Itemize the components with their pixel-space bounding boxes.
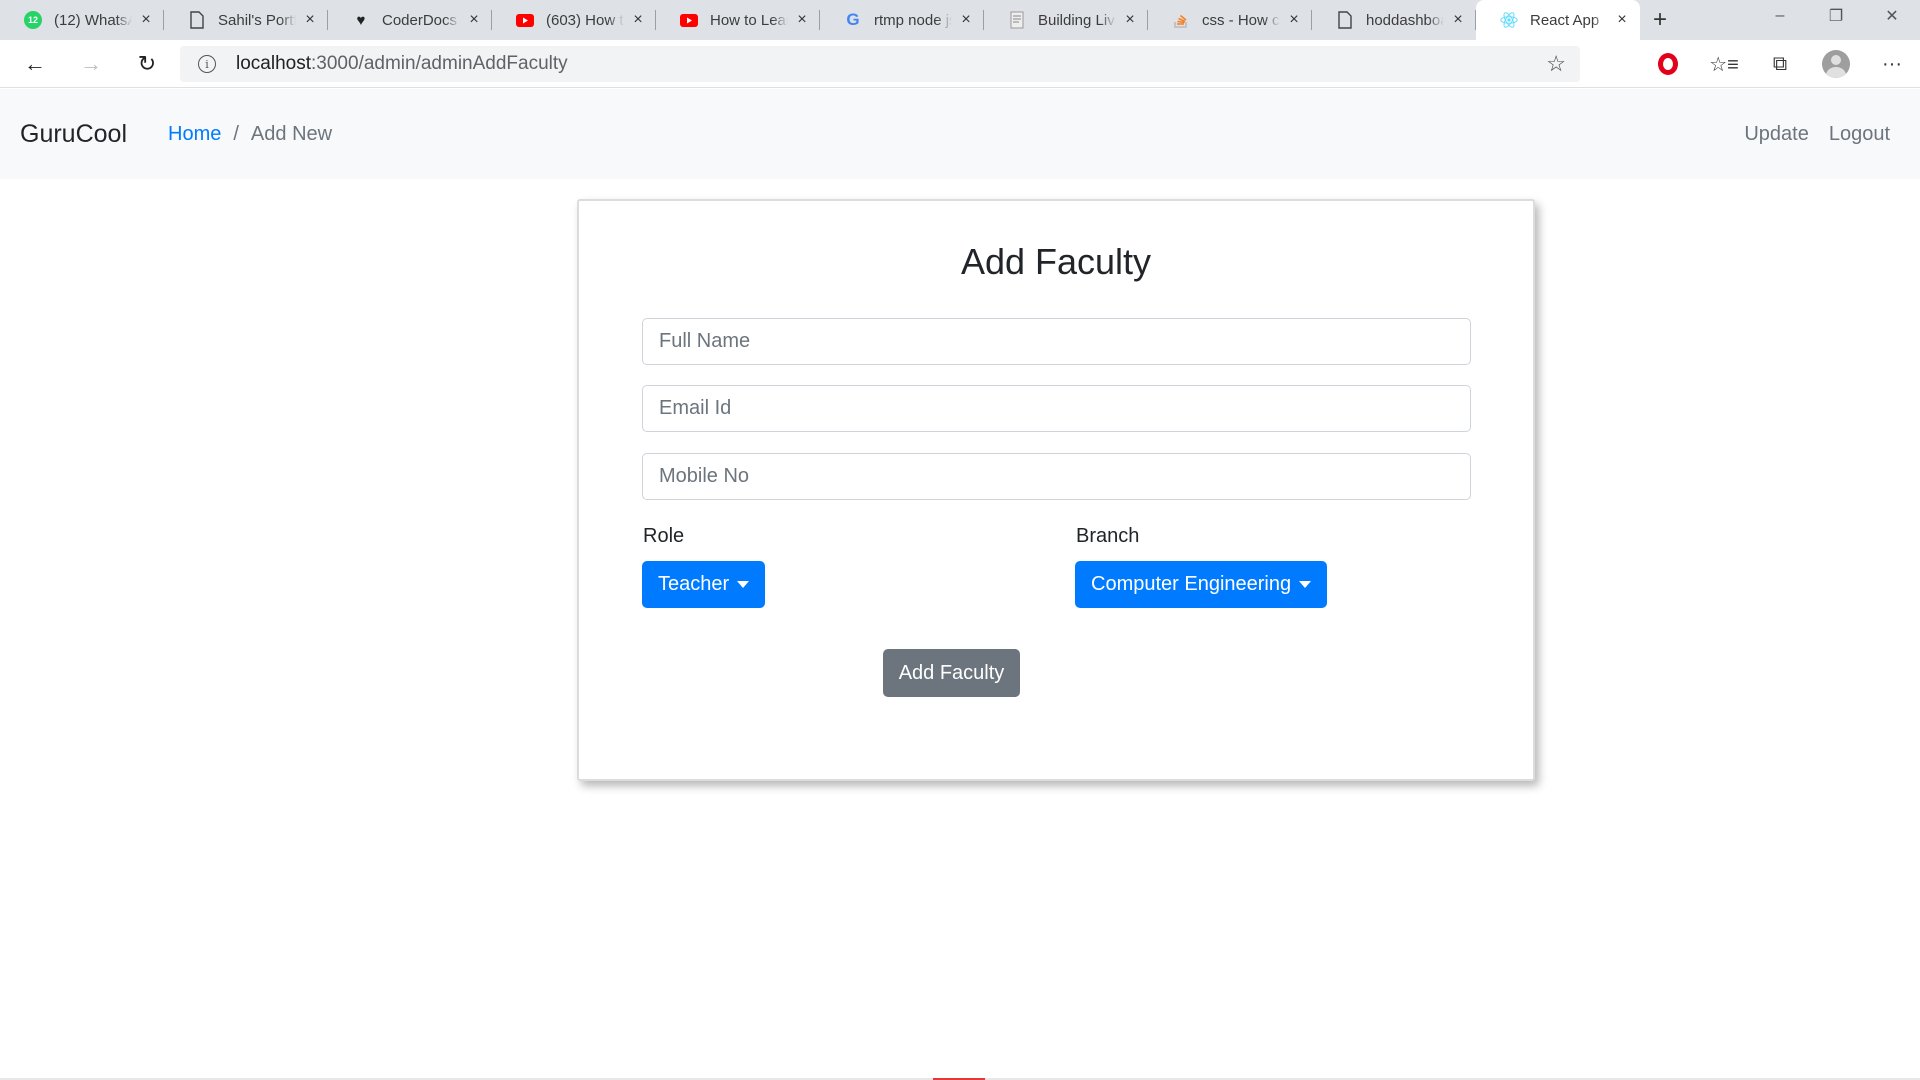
address-bar[interactable]: i localhost:3000/admin/adminAddFaculty ☆ <box>180 46 1580 82</box>
close-tab-icon[interactable]: × <box>794 12 810 28</box>
tab-title: (12) WhatsApp <box>54 11 132 29</box>
new-tab-icon[interactable]: + <box>1640 0 1680 40</box>
full-name-input[interactable] <box>642 318 1471 365</box>
youtube-icon <box>516 11 534 29</box>
add-faculty-button[interactable]: Add Faculty <box>883 649 1020 697</box>
close-tab-icon[interactable]: × <box>630 12 646 28</box>
toolbar-right: ☆≡ ⧉ ··· <box>1640 40 1920 88</box>
browser-tab[interactable]: How to Learn × <box>656 0 820 40</box>
close-tab-icon[interactable]: × <box>138 12 154 28</box>
browser-tab[interactable]: Building Live × <box>984 0 1148 40</box>
breadcrumb-current: Add New <box>250 122 333 145</box>
branch-dropdown[interactable]: Computer Engineering <box>1075 561 1328 608</box>
mobile-input[interactable] <box>642 453 1471 500</box>
role-label: Role <box>643 525 685 547</box>
browser-tab[interactable]: hoddashboard × <box>1312 0 1476 40</box>
navbar-links: Update Logout <box>1724 89 1890 179</box>
react-icon <box>1500 11 1518 29</box>
stackoverflow-icon <box>1172 11 1190 29</box>
url-text[interactable]: localhost:3000/admin/adminAddFaculty <box>236 53 568 75</box>
tab-title: How to Learn <box>710 11 788 29</box>
google-icon: G <box>846 10 860 29</box>
reload-icon[interactable]: ↻ <box>119 40 175 88</box>
close-tab-icon[interactable]: × <box>1614 12 1630 28</box>
profile-avatar[interactable] <box>1808 40 1864 88</box>
back-icon[interactable]: ← <box>7 40 63 88</box>
browser-tab[interactable]: ♥ CoderDocs × <box>328 0 492 40</box>
add-faculty-card: Add Faculty Role Teacher Branch Computer… <box>577 199 1535 781</box>
browser-tab-active[interactable]: React App × <box>1476 0 1640 40</box>
tab-title: React App <box>1530 11 1600 29</box>
breadcrumb: Home / Add New <box>168 123 332 146</box>
browser-tab[interactable]: Sahil's Portfolio × <box>164 0 328 40</box>
tab-title: rtmp node js <box>874 11 952 29</box>
close-tab-icon[interactable]: × <box>1122 12 1138 28</box>
caret-down-icon <box>737 581 750 588</box>
heart-icon: ♥ <box>356 11 366 29</box>
close-tab-icon[interactable]: × <box>302 12 318 28</box>
logout-link[interactable]: Logout <box>1829 123 1890 146</box>
role-value: Teacher <box>658 573 730 595</box>
browser-tab[interactable]: css - How can × <box>1148 0 1312 40</box>
page-title: Add Faculty <box>960 241 1152 282</box>
tab-title: css - How can <box>1202 11 1280 29</box>
tab-title: Sahil's Portfolio <box>218 11 296 29</box>
page-icon <box>188 11 206 29</box>
breadcrumb-home-link[interactable]: Home <box>168 123 221 146</box>
role-dropdown[interactable]: Teacher <box>642 561 766 608</box>
close-tab-icon[interactable]: × <box>1286 12 1302 28</box>
tab-title: (603) How to <box>546 11 624 29</box>
branch-value: Computer Engineering <box>1091 573 1292 595</box>
minimize-icon[interactable]: – <box>1752 0 1808 32</box>
youtube-icon <box>680 11 698 29</box>
whatsapp-icon: 12 <box>24 11 42 29</box>
opera-extension-icon[interactable] <box>1640 40 1696 88</box>
branch-label: Branch <box>1076 525 1140 547</box>
restore-icon[interactable]: ❐ <box>1808 0 1864 32</box>
site-info-icon[interactable]: i <box>198 55 216 73</box>
tab-title: hoddashboard <box>1366 11 1444 29</box>
close-tab-icon[interactable]: × <box>1450 12 1466 28</box>
close-tab-icon[interactable]: × <box>958 12 974 28</box>
window-controls: – ❐ ✕ <box>1752 0 1920 32</box>
browser-tab[interactable]: 12 (12) WhatsApp × <box>0 0 164 40</box>
collections-icon[interactable]: ⧉ <box>1752 40 1808 88</box>
page-icon <box>1336 11 1354 29</box>
favorite-star-icon[interactable]: ☆ <box>1546 51 1566 77</box>
window-close-icon[interactable]: ✕ <box>1864 0 1920 32</box>
forward-icon: → <box>80 50 102 76</box>
breadcrumb-separator: / <box>233 122 239 145</box>
favorites-icon[interactable]: ☆≡ <box>1696 40 1752 88</box>
caret-down-icon <box>1299 581 1312 588</box>
tab-title: CoderDocs <box>382 11 458 29</box>
browser-tab[interactable]: (603) How to × <box>492 0 656 40</box>
doc-icon <box>1008 11 1026 29</box>
email-input[interactable] <box>642 385 1471 432</box>
browser-tab[interactable]: G rtmp node js × <box>820 0 984 40</box>
tab-title: Building Live <box>1038 11 1116 29</box>
update-link[interactable]: Update <box>1744 123 1809 146</box>
app-navbar: GuruCool Home / Add New Update Logout <box>0 89 1920 179</box>
browser-tab-strip: 12 (12) WhatsApp × Sahil's Portfolio × ♥… <box>0 0 1920 40</box>
brand-logo[interactable]: GuruCool <box>20 120 127 149</box>
browser-toolbar: ← → ↻ i localhost:3000/admin/adminAddFac… <box>0 40 1920 88</box>
close-tab-icon[interactable]: × <box>466 12 482 28</box>
more-menu-icon[interactable]: ··· <box>1864 40 1920 88</box>
